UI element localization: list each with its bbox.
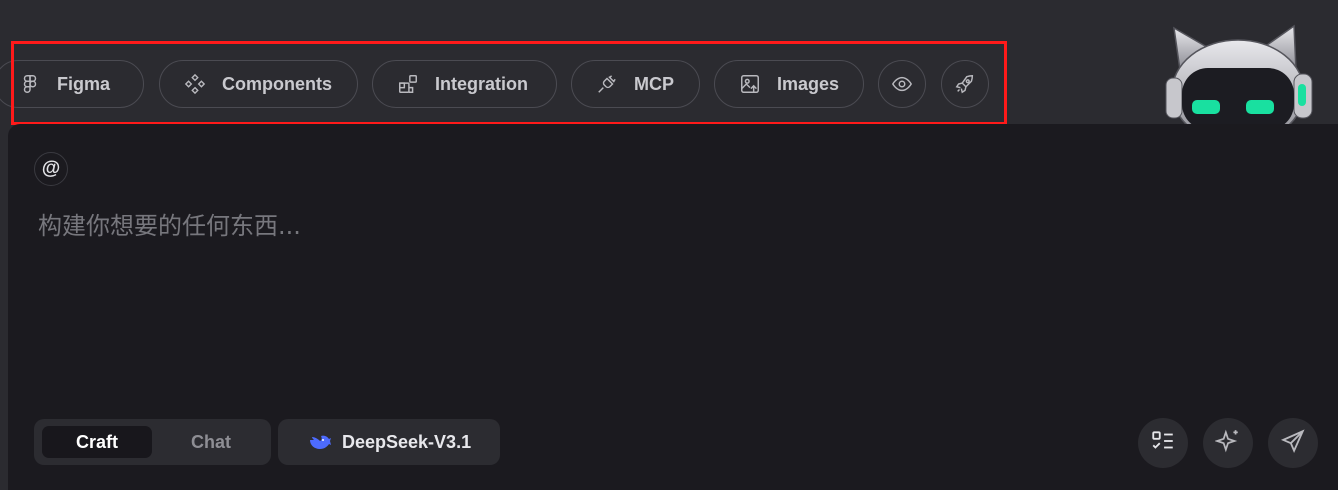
mcp-chip-label: MCP	[634, 73, 674, 94]
chat-mode-tab[interactable]: Chat	[158, 426, 264, 458]
checklist-icon	[1150, 428, 1176, 459]
image-icon	[739, 73, 761, 95]
prompt-input[interactable]	[38, 208, 1238, 244]
integration-chip[interactable]: Integration	[372, 60, 557, 108]
send-button[interactable]	[1268, 418, 1318, 468]
sparkle-icon	[1214, 428, 1241, 459]
send-icon	[1280, 428, 1306, 459]
rocket-icon	[954, 73, 976, 95]
integration-icon	[397, 73, 419, 95]
deploy-button[interactable]	[941, 60, 989, 108]
figma-icon	[19, 73, 41, 95]
robot-cat-mascot	[1160, 20, 1316, 145]
components-icon	[184, 73, 206, 95]
images-chip[interactable]: Images	[714, 60, 864, 108]
app-window: Figma Components Integration MCP Images …	[0, 0, 1338, 490]
craft-mode-tab[interactable]: Craft	[42, 426, 152, 458]
mcp-chip[interactable]: MCP	[571, 60, 700, 108]
deepseek-whale-icon	[308, 432, 332, 452]
plan-button[interactable]	[1138, 418, 1188, 468]
figma-chip[interactable]: Figma	[0, 60, 144, 108]
mode-toggle: Craft Chat	[34, 419, 271, 465]
at-sign-icon: @	[41, 158, 61, 179]
preview-button[interactable]	[878, 60, 926, 108]
model-selector[interactable]: DeepSeek-V3.1	[278, 419, 500, 465]
enhance-prompt-button[interactable]	[1203, 418, 1253, 468]
components-chip[interactable]: Components	[159, 60, 358, 108]
figma-chip-label: Figma	[57, 73, 111, 94]
integration-chip-label: Integration	[435, 73, 528, 94]
model-label: DeepSeek-V3.1	[342, 431, 472, 452]
eye-icon	[891, 73, 913, 95]
composer-panel: @ Craft Chat DeepSeek-V3.1	[8, 124, 1338, 490]
components-chip-label: Components	[222, 73, 332, 94]
images-chip-label: Images	[777, 73, 840, 94]
plug-icon	[596, 73, 618, 95]
mention-button[interactable]: @	[34, 152, 68, 186]
